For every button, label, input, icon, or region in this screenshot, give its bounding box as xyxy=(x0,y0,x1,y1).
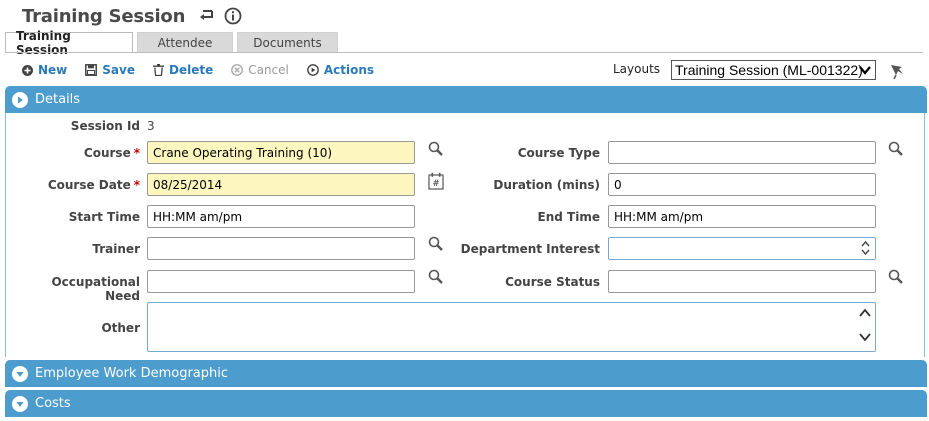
save-icon xyxy=(85,64,98,76)
required-marker: * xyxy=(133,146,140,160)
duration-label: Duration (mins) xyxy=(493,178,600,192)
start-time-input[interactable] xyxy=(147,205,415,228)
layout-select-value: Training Session (ML-001322) xyxy=(675,62,863,78)
play-circle-icon xyxy=(306,64,319,76)
calendar-icon[interactable]: # xyxy=(428,172,444,193)
occupational-need-search-icon[interactable] xyxy=(428,269,444,288)
tab-divider xyxy=(5,52,923,53)
cancel-circle-icon xyxy=(231,64,244,76)
layout-select[interactable]: Training Session (ML-001322) xyxy=(671,60,876,80)
actions-button[interactable]: Actions xyxy=(306,63,375,77)
other-label: Other xyxy=(101,321,140,335)
scroll-up-icon[interactable] xyxy=(858,307,872,322)
tab-attendee[interactable]: Attendee xyxy=(137,32,233,53)
required-marker: * xyxy=(133,178,140,192)
course-date-input[interactable] xyxy=(147,173,415,196)
course-search-icon[interactable] xyxy=(428,141,444,160)
department-interest-label: Department Interest xyxy=(460,242,600,256)
trainer-search-icon[interactable] xyxy=(428,236,444,255)
svg-text:#: # xyxy=(432,179,440,189)
cancel-button[interactable]: Cancel xyxy=(231,63,289,77)
duration-input[interactable] xyxy=(608,173,876,196)
toolbar: New Save Delete Cancel Actions xyxy=(22,61,392,79)
course-type-search-icon[interactable] xyxy=(888,141,904,160)
department-interest-select[interactable] xyxy=(608,237,876,260)
new-button[interactable]: New xyxy=(22,63,67,77)
course-date-label: Course Date * xyxy=(30,178,140,192)
costs-section-title: Costs xyxy=(35,396,71,411)
session-id-value: 3 xyxy=(147,119,155,133)
tab-training-session[interactable]: Training Session xyxy=(5,29,133,57)
scroll-down-icon[interactable] xyxy=(858,331,872,346)
course-label: Course * xyxy=(30,146,140,160)
demographic-section-header[interactable]: Employee Work Demographic xyxy=(5,360,927,387)
costs-section-header[interactable]: Costs xyxy=(5,390,927,417)
save-label: Save xyxy=(102,63,135,77)
tab-bar: Training Session Attendee Documents xyxy=(5,29,342,57)
expand-right-icon xyxy=(12,91,28,108)
title-bar: Training Session xyxy=(22,4,243,28)
details-section-title: Details xyxy=(35,92,81,107)
course-type-label: Course Type xyxy=(517,146,600,160)
course-label-text: Course xyxy=(83,146,131,160)
expand-down-icon xyxy=(12,395,28,412)
cancel-label: Cancel xyxy=(248,63,289,77)
spinner-icon[interactable] xyxy=(861,240,870,259)
return-icon[interactable] xyxy=(197,6,217,26)
course-status-label: Course Status xyxy=(505,275,600,289)
course-status-search-icon[interactable] xyxy=(888,269,904,288)
trash-icon xyxy=(152,64,164,76)
delete-button[interactable]: Delete xyxy=(152,63,214,77)
plus-circle-icon xyxy=(22,64,33,76)
other-textarea[interactable] xyxy=(147,302,876,352)
page-title: Training Session xyxy=(22,5,186,27)
info-icon[interactable] xyxy=(223,6,243,26)
tab-documents[interactable]: Documents xyxy=(237,32,338,53)
end-time-input[interactable] xyxy=(608,205,876,228)
expand-down-icon xyxy=(12,365,28,382)
save-button[interactable]: Save xyxy=(85,63,135,77)
course-type-input[interactable] xyxy=(608,141,876,164)
new-label: New xyxy=(38,63,68,77)
chevron-down-icon xyxy=(858,63,872,80)
trainer-input[interactable] xyxy=(147,237,415,260)
end-time-label: End Time xyxy=(537,210,600,224)
start-time-label: Start Time xyxy=(68,210,140,224)
occupational-need-input[interactable] xyxy=(147,270,415,293)
course-status-input[interactable] xyxy=(608,270,876,293)
course-input[interactable] xyxy=(147,141,415,164)
pin-layout-icon[interactable] xyxy=(888,62,906,83)
delete-label: Delete xyxy=(168,63,214,77)
demographic-section-title: Employee Work Demographic xyxy=(35,366,229,381)
layouts-label: Layouts xyxy=(613,62,661,76)
details-section-header[interactable]: Details xyxy=(5,86,927,113)
actions-label: Actions xyxy=(323,63,375,77)
occupational-need-label: Occupational Need xyxy=(51,275,140,303)
course-date-label-text: Course Date xyxy=(47,178,131,192)
trainer-label: Trainer xyxy=(92,242,140,256)
session-id-label: Session Id xyxy=(70,119,140,133)
